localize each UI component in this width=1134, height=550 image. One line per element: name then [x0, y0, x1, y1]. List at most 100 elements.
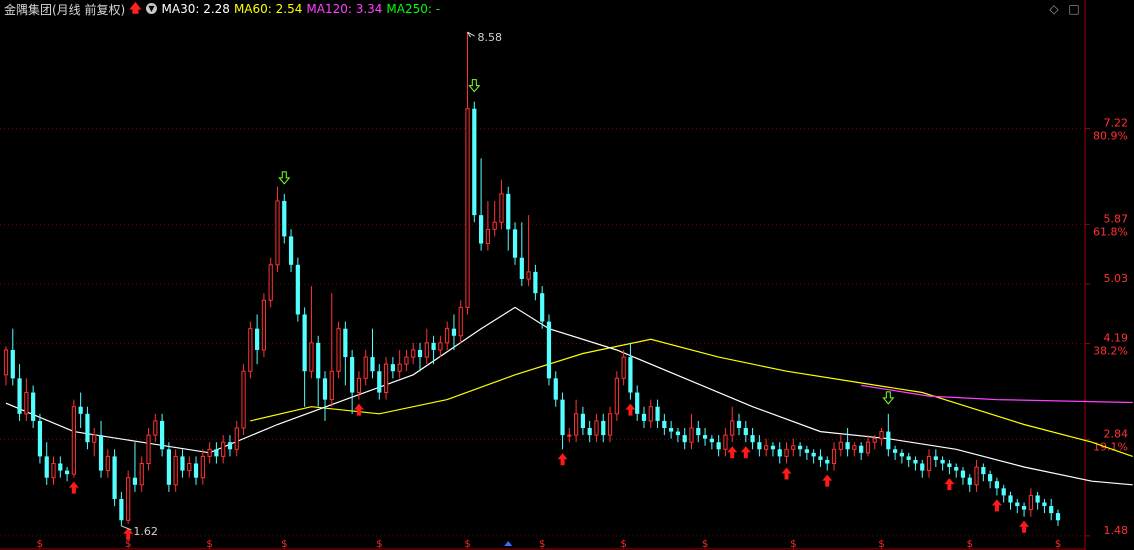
square-icon[interactable]: □	[1068, 3, 1080, 15]
candle-body	[621, 356, 626, 379]
candle-body	[445, 328, 450, 344]
candle-body	[248, 328, 253, 372]
candle-body	[417, 349, 423, 358]
candle-body	[282, 200, 287, 237]
candle-body	[770, 445, 776, 450]
green-down-arrow-icon	[882, 391, 895, 405]
candle-body	[791, 445, 796, 450]
stock-title[interactable]: 金隅集团(月线 前复权)	[4, 1, 125, 18]
candle-body	[146, 434, 151, 464]
candle-body	[472, 108, 477, 216]
axis-price-label: 7.22	[1104, 117, 1129, 130]
red-up-arrow-icon	[991, 499, 1002, 512]
candle-body	[777, 449, 782, 457]
candle-body	[859, 445, 864, 453]
red-up-arrow-icon	[944, 478, 955, 491]
candle-body	[1015, 502, 1020, 507]
price-chart[interactable]: 7.2280.9% 5.8761.8% 5.03 4.1938.2% 2.8419.1%…	[0, 0, 1134, 550]
candle-body	[696, 428, 701, 436]
candle-body	[51, 462, 56, 479]
ma-dropdown-icon[interactable]: ▼	[146, 3, 157, 14]
axis-pct-label: 19.1%	[1093, 440, 1128, 453]
candle-body	[614, 377, 619, 415]
candle-body	[329, 370, 334, 401]
extreme-labels: 8.58 1.62	[121, 31, 502, 538]
candle-body	[723, 434, 728, 450]
candle-body	[994, 481, 1000, 489]
s-signal-icon: $	[376, 539, 382, 550]
candle-body	[465, 108, 470, 308]
candle-body	[974, 466, 979, 486]
candle-body	[512, 229, 518, 258]
candle-body	[31, 392, 36, 421]
candle-body	[587, 428, 592, 436]
candle-body	[377, 371, 382, 393]
axis-pct-label: 61.8%	[1093, 225, 1128, 238]
candle-body	[98, 435, 104, 471]
candle-body	[383, 363, 389, 394]
ma120-line	[861, 384, 1133, 404]
candle-body	[533, 271, 538, 294]
candle-body	[370, 357, 375, 372]
triangle-marker-icon	[504, 541, 513, 546]
candle-body	[1028, 494, 1033, 511]
candle-body	[478, 215, 484, 244]
candle-body	[288, 236, 294, 265]
candle-body	[499, 193, 504, 223]
candle-body	[574, 413, 579, 436]
candle-body	[526, 271, 531, 280]
candle-body	[10, 349, 15, 379]
candle-body	[24, 392, 29, 415]
candle-body	[200, 455, 205, 479]
candle-body	[757, 442, 762, 450]
candle-body	[926, 455, 932, 472]
candle-body	[187, 462, 192, 472]
candle-body	[343, 328, 348, 358]
candle-body	[451, 328, 457, 336]
s-signal-icon: $	[539, 539, 545, 550]
red-up-arrow-icon	[625, 403, 636, 416]
candle-body	[716, 442, 721, 450]
red-up-arrow-icon	[781, 467, 792, 480]
ma120-series	[861, 384, 1133, 404]
candle-body	[601, 420, 606, 436]
candle-body	[567, 434, 572, 437]
candle-body	[635, 392, 640, 414]
candle-body	[58, 463, 63, 471]
high-label: 8.58	[478, 31, 503, 44]
candle-body	[743, 428, 748, 436]
axis-price-label: 4.19	[1104, 332, 1129, 345]
candle-body	[44, 456, 49, 478]
candle-body	[173, 455, 178, 486]
candle-body	[1055, 513, 1061, 521]
red-up-arrow-icon	[123, 527, 134, 540]
candle-body	[458, 306, 463, 337]
candle-body	[85, 413, 90, 443]
candle-series	[3, 32, 1061, 526]
candle-body	[3, 349, 9, 376]
candle-body	[940, 459, 945, 464]
candle-body	[825, 459, 830, 464]
diamond-icon[interactable]: ◇	[1048, 3, 1060, 15]
candle-body	[92, 434, 97, 443]
ma120-label: MA120: 3.34	[306, 2, 383, 16]
candle-body	[411, 349, 416, 358]
red-up-arrow-icon	[727, 446, 738, 459]
ma30-label: MA30: 2.28	[161, 2, 230, 16]
axis-price-label: 5.03	[1104, 272, 1129, 285]
candle-body	[322, 378, 328, 400]
red-up-arrow-icon	[740, 446, 751, 459]
green-down-arrow-icon	[468, 79, 481, 93]
candle-body	[221, 441, 226, 457]
candle-body	[899, 452, 905, 457]
candle-body	[17, 378, 22, 414]
candle-body	[546, 321, 552, 379]
s-signal-icon: $	[1055, 539, 1061, 550]
candle-body	[893, 449, 898, 453]
green-down-arrow-icon	[278, 171, 291, 185]
candle-body	[628, 357, 633, 393]
candle-body	[139, 462, 144, 486]
candle-body	[669, 428, 674, 432]
candle-body	[933, 456, 938, 460]
candle-body	[967, 477, 972, 485]
